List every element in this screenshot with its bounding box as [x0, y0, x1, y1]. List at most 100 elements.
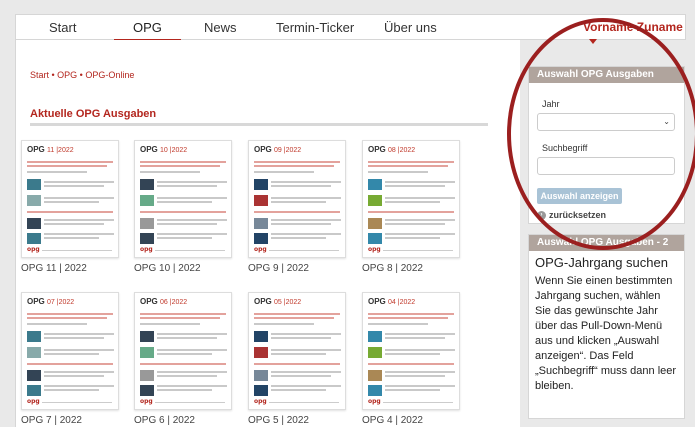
section-title: Aktuelle OPG Ausgaben	[30, 108, 157, 120]
cover-footer-rule	[269, 402, 339, 403]
help-panel-title: Auswahl OPG Ausgaben - 2	[529, 235, 684, 251]
cover-masthead: OPG 07 |2022	[27, 297, 74, 306]
cover-text-line	[44, 197, 114, 199]
cover-text-line	[27, 323, 87, 325]
search-label: Suchbegriff	[542, 143, 588, 153]
show-selection-button[interactable]: Auswahl anzeigen	[537, 188, 622, 204]
cover-text-line	[271, 219, 341, 221]
cover-masthead: OPG 04 |2022	[368, 297, 415, 306]
breadcrumb[interactable]: Start • OPG • OPG-Online	[30, 70, 134, 80]
issue-card[interactable]: OPG 05 |2022 opg OPG 5 | 2022	[248, 292, 346, 426]
search-input[interactable]	[537, 157, 675, 175]
cover-issue-number: 07 |2022	[47, 299, 75, 306]
cover-text-line	[157, 337, 217, 339]
issue-cover-thumbnail[interactable]: OPG 05 |2022 opg	[248, 292, 346, 410]
cover-text-line	[271, 223, 331, 225]
issue-cover-thumbnail[interactable]: OPG 10 |2022 opg	[134, 140, 232, 258]
nav-termin-ticker[interactable]: Termin-Ticker	[276, 20, 354, 35]
cover-text-line	[385, 201, 440, 203]
cover-text-line	[385, 349, 455, 351]
cover-text-line	[254, 171, 314, 173]
issue-label[interactable]: OPG 5 | 2022	[248, 415, 346, 426]
year-select[interactable]: ⌄	[537, 113, 675, 131]
cover-photo	[254, 347, 268, 358]
cover-text-line	[44, 385, 114, 387]
nav-opg[interactable]: OPG	[133, 20, 162, 35]
cover-text-line	[254, 317, 334, 319]
issue-cover-thumbnail[interactable]: OPG 08 |2022 opg	[362, 140, 460, 258]
issue-card[interactable]: OPG 07 |2022 opg OPG 7 | 2022	[21, 292, 119, 426]
issue-cover-thumbnail[interactable]: OPG 04 |2022 opg	[362, 292, 460, 410]
cover-masthead: OPG 10 |2022	[140, 145, 187, 154]
cover-photo	[140, 179, 154, 190]
issue-label[interactable]: OPG 8 | 2022	[362, 263, 460, 274]
cover-text-line	[157, 201, 212, 203]
nav-start[interactable]: Start	[49, 20, 76, 35]
issue-card[interactable]: OPG 08 |2022 opg OPG 8 | 2022	[362, 140, 460, 274]
cover-photo	[254, 218, 268, 229]
cover-footer-rule	[269, 250, 339, 251]
cover-text-line	[157, 181, 227, 183]
cover-photo	[140, 233, 154, 244]
issue-card[interactable]: OPG 09 |2022 opg OPG 9 | 2022	[248, 140, 346, 274]
issue-cover-thumbnail[interactable]: OPG 07 |2022 opg	[21, 292, 119, 410]
cover-photo	[27, 233, 41, 244]
cover-issue-number: 11 |2022	[47, 147, 74, 154]
cover-issue-number: 10 |2022	[160, 147, 188, 154]
issue-card[interactable]: OPG 10 |2022 opg OPG 10 | 2022	[134, 140, 232, 274]
issue-label[interactable]: OPG 9 | 2022	[248, 263, 346, 274]
cover-text-line	[44, 333, 114, 335]
issue-cover-thumbnail[interactable]: OPG 06 |2022 opg	[134, 292, 232, 410]
cover-text-line	[44, 185, 104, 187]
cover-footer-rule	[383, 402, 453, 403]
cover-text-line	[27, 171, 87, 173]
help-text: Wenn Sie einen bestimmten Jahrgang suche…	[535, 275, 677, 392]
cover-text-line	[157, 389, 212, 391]
reset-link[interactable]: › zurücksetzen	[537, 210, 607, 221]
cover-text-line	[44, 223, 104, 225]
cover-title: OPG	[368, 297, 386, 306]
cover-text-line	[271, 371, 341, 373]
cover-photo	[27, 370, 41, 381]
cover-photo	[254, 385, 268, 396]
filter-panel: Auswahl OPG Ausgaben Jahr ⌄ Suchbegriff …	[528, 66, 685, 224]
issue-label[interactable]: OPG 4 | 2022	[362, 415, 460, 426]
issue-card[interactable]: OPG 06 |2022 opg OPG 6 | 2022	[134, 292, 232, 426]
cover-issue-number: 09 |2022	[274, 147, 302, 154]
cover-text-line	[385, 337, 445, 339]
user-menu[interactable]: Vorname Zuname	[583, 20, 685, 48]
cover-text-line	[385, 353, 440, 355]
cover-text-line	[254, 363, 340, 365]
reset-label: zurücksetzen	[549, 210, 607, 220]
nav-ueber-uns[interactable]: Über uns	[384, 20, 437, 35]
issue-label[interactable]: OPG 6 | 2022	[134, 415, 232, 426]
cover-photo	[140, 370, 154, 381]
cover-text-line	[271, 337, 331, 339]
issue-card[interactable]: OPG 04 |2022 opg OPG 4 | 2022	[362, 292, 460, 426]
cover-photo	[368, 218, 382, 229]
issue-cover-thumbnail[interactable]: OPG 09 |2022 opg	[248, 140, 346, 258]
nav-news[interactable]: News	[204, 20, 237, 35]
cover-text-line	[140, 313, 226, 315]
cover-photo	[254, 233, 268, 244]
issue-label[interactable]: OPG 10 | 2022	[134, 263, 232, 274]
cover-text-line	[385, 223, 445, 225]
cover-photo	[254, 179, 268, 190]
cover-photo	[368, 385, 382, 396]
cover-text-line	[157, 219, 227, 221]
issue-card[interactable]: OPG 11 |2022 opg OPG 11 | 2022	[21, 140, 119, 274]
cover-text-line	[157, 375, 217, 377]
cover-text-line	[368, 161, 454, 163]
cover-text-line	[385, 185, 445, 187]
user-name: Vorname Zuname	[583, 20, 683, 34]
cover-text-line	[368, 211, 454, 213]
cover-text-line	[368, 171, 428, 173]
cover-text-line	[271, 353, 326, 355]
issue-cover-thumbnail[interactable]: OPG 11 |2022 opg	[21, 140, 119, 258]
cover-photo	[27, 331, 41, 342]
year-label: Jahr	[542, 99, 560, 109]
cover-photo	[140, 347, 154, 358]
issue-label[interactable]: OPG 11 | 2022	[21, 263, 119, 274]
issue-label[interactable]: OPG 7 | 2022	[21, 415, 119, 426]
cover-text-line	[254, 313, 340, 315]
